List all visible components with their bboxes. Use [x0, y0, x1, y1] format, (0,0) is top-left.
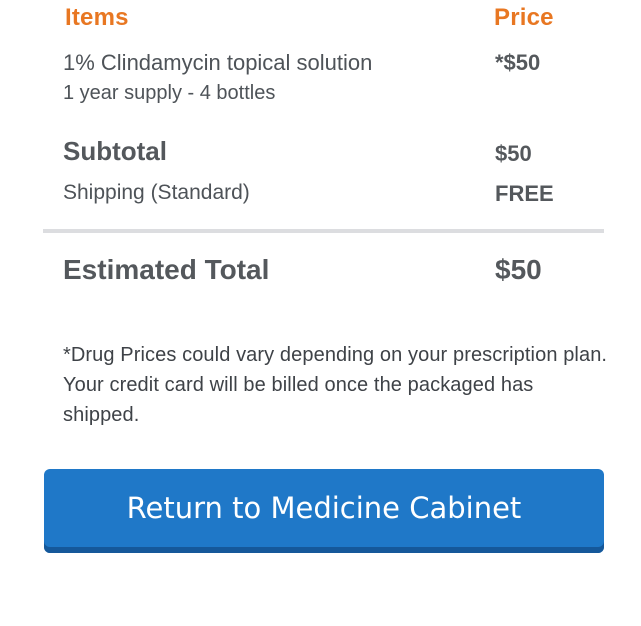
shipping-label: Shipping (Standard): [63, 181, 250, 204]
estimated-total-label: Estimated Total: [63, 254, 270, 285]
divider: [43, 229, 604, 233]
item-name: 1% Clindamycin topical solution: [63, 50, 373, 75]
order-summary: Items Price 1% Clindamycin topical solut…: [0, 0, 641, 626]
subtotal-label: Subtotal: [63, 136, 167, 166]
price-header: Price: [494, 4, 554, 31]
shipping-value: FREE: [495, 181, 554, 206]
items-header: Items: [65, 4, 129, 31]
subtotal-value: $50: [495, 141, 532, 166]
item-price: *$50: [495, 50, 541, 75]
item-detail: 1 year supply - 4 bottles: [63, 82, 276, 104]
price-disclaimer: *Drug Prices could vary depending on you…: [63, 344, 608, 426]
return-to-medicine-cabinet-button[interactable]: Return to Medicine Cabinet: [44, 469, 604, 553]
estimated-total-value: $50: [495, 254, 542, 285]
